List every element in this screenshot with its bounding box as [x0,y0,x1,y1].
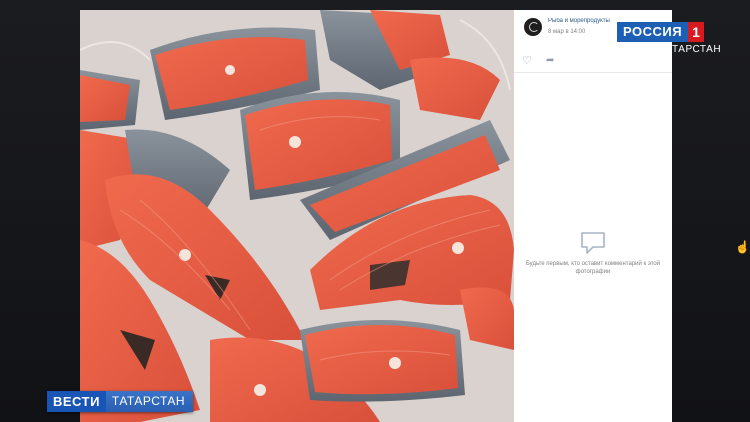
comments-empty-state: Будьте первым, кто оставит комментарий к… [514,230,672,276]
post-photo[interactable] [80,10,514,422]
channel-name: РОССИЯ [617,22,689,42]
channel-logo: РОССИЯ 1 [617,22,705,42]
lower-third-region: ТАТАРСТАН [105,391,194,412]
pointer-cursor-icon: ☝ [735,240,750,254]
post-actions: ♡ ➦ [514,50,672,73]
channel-number: 1 [688,22,705,42]
post-date[interactable]: 8 мар в 14:00 [548,29,585,35]
heart-icon[interactable]: ♡ [522,56,532,67]
avatar[interactable] [524,18,542,36]
post-sidebar: Рыба и морепродукты 8 мар в 14:00 ♡ ➦ Бу… [514,10,672,422]
empty-comments-text: Будьте первым, кто оставит комментарий к… [525,261,661,275]
comment-bubble-icon [581,232,605,254]
salmon-steaks-image [80,10,514,422]
lower-third: ВЕСТИ ТАТАРСТАН [47,391,194,412]
photo-viewer: Рыба и морепродукты 8 мар в 14:00 ♡ ➦ Бу… [80,10,672,422]
lower-third-show: ВЕСТИ [47,391,106,412]
share-icon[interactable]: ➦ [546,56,554,66]
channel-region: ТАРСТАН [672,44,722,55]
